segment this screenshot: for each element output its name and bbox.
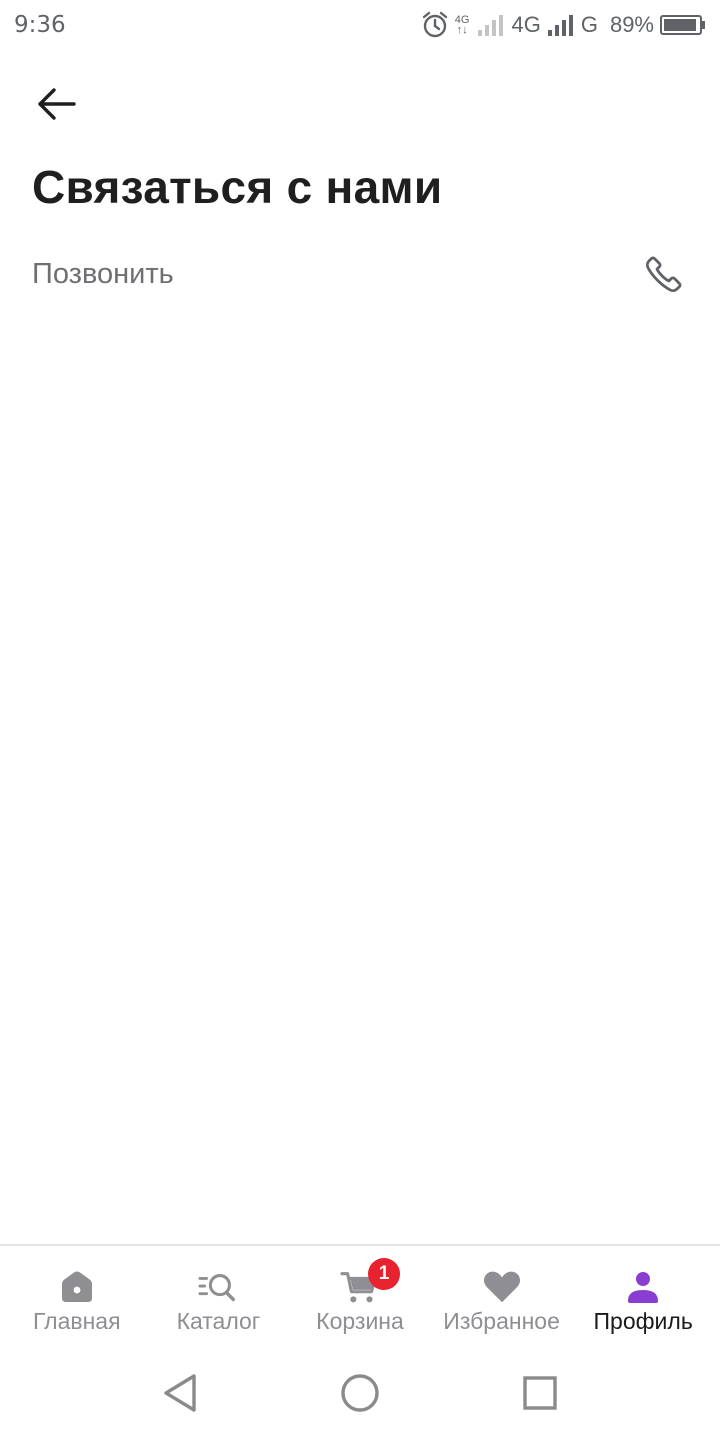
battery-icon [660,14,706,36]
nav-item-catalog[interactable]: Каталог [148,1246,290,1348]
nav-item-cart[interactable]: 1 Корзина [289,1246,431,1348]
arrow-left-icon [36,87,76,126]
page-title: Связаться с нами [32,161,443,213]
nav-label-catalog: Каталог [176,1308,261,1334]
system-recents-button[interactable] [450,1353,630,1437]
data-indicator: 4G ↑↓ [455,15,470,36]
profile-icon [623,1268,663,1306]
system-back-button[interactable] [90,1353,270,1437]
contact-us-screen: 9:36 4G ↑↓ 4G G 89% Связаться с нами Поз… [0,0,720,1440]
heart-icon [482,1268,522,1306]
signal-icon-2 [547,13,575,37]
back-button[interactable] [28,78,84,134]
circle-home-icon [340,1373,380,1418]
alarm-icon [421,11,449,39]
battery-percent: 89% [609,12,654,37]
square-recents-icon [522,1375,558,1416]
call-label: Позвонить [32,257,174,290]
nav-item-favorites[interactable]: Избранное [431,1246,573,1348]
nav-label-favorites: Избранное [443,1308,560,1334]
home-icon [57,1268,97,1306]
system-navigation-bar [0,1350,720,1440]
data-arrows: ↑↓ [456,24,468,36]
status-time: 9:36 [14,12,66,38]
nav-label-home: Главная [33,1308,121,1334]
nav-item-home[interactable]: Главная [6,1246,148,1348]
status-icons: 4G ↑↓ 4G G 89% [421,11,706,39]
cart-icon: 1 [340,1258,400,1306]
signal-icon-1 [477,13,505,37]
catalog-search-icon [198,1268,238,1306]
phone-icon [640,250,688,298]
cart-badge: 1 [367,1258,400,1290]
nav-item-profile[interactable]: Профиль [572,1246,714,1348]
network-type-1: 4G [511,12,541,37]
nav-label-cart: Корзина [316,1308,404,1334]
system-home-button[interactable] [270,1353,450,1437]
triangle-back-icon [162,1373,198,1418]
status-bar: 9:36 4G ↑↓ 4G G 89% [0,0,720,50]
nav-label-profile: Профиль [593,1308,693,1334]
network-type-2: G [580,12,598,37]
call-button[interactable]: Позвонить [0,236,720,312]
bottom-navigation: Главная Каталог 1 Корзина Избранное Проф… [0,1244,720,1348]
